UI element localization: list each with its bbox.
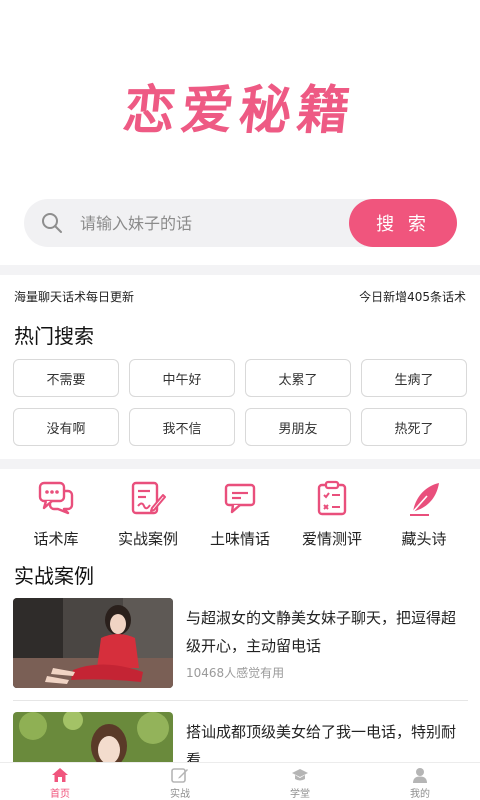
case-meta: 10468人感觉有用 (186, 666, 285, 680)
case-thumbnail (13, 598, 173, 688)
hot-tag[interactable]: 太累了 (245, 359, 351, 397)
feature-label: 藏头诗 (401, 530, 447, 548)
bottom-tab-bar: 首页 实战 学堂 我的 (0, 762, 480, 800)
feature-acrostic[interactable]: 藏头诗 (378, 478, 470, 549)
info-left-text: 海量聊天话术每日更新 (14, 290, 135, 304)
hot-tag[interactable]: 热死了 (361, 408, 467, 446)
home-icon (51, 766, 69, 784)
feature-label: 爱情测评 (301, 530, 362, 548)
feature-label: 实战案例 (117, 530, 178, 548)
section-divider (0, 265, 480, 275)
logo-text: 恋爱秘籍 (120, 79, 359, 141)
hot-tag[interactable]: 没有啊 (13, 408, 119, 446)
clipboard-check-icon (312, 478, 352, 518)
hot-search-title: 热门搜索 (14, 324, 94, 348)
cases-title: 实战案例 (14, 564, 94, 588)
user-icon (411, 766, 429, 784)
message-icon (220, 478, 260, 518)
tab-mine[interactable]: 我的 (360, 763, 480, 800)
hot-tag[interactable]: 男朋友 (245, 408, 351, 446)
chat-bubbles-icon (36, 478, 76, 518)
tab-school[interactable]: 学堂 (240, 763, 360, 800)
hot-tag[interactable]: 中午好 (129, 359, 235, 397)
search-bar: 搜 索 (24, 199, 457, 247)
case-item[interactable]: 搭讪成都顶级美女给了我一电话，特别耐看 (13, 712, 468, 762)
document-edit-icon (128, 478, 168, 518)
edit-icon (171, 766, 189, 784)
feature-row: 话术库 实战案例 土味情话 爱情测评 藏头诗 (0, 478, 480, 549)
search-icon (28, 199, 76, 247)
graduation-cap-icon (291, 766, 309, 784)
feature-label: 土味情话 (209, 530, 270, 548)
search-button[interactable]: 搜 索 (349, 199, 457, 247)
hot-tag[interactable]: 不需要 (13, 359, 119, 397)
tab-practice[interactable]: 实战 (120, 763, 240, 800)
feather-icon (404, 478, 444, 518)
app-logo: 恋爱秘籍 (0, 0, 480, 190)
hot-tag[interactable]: 我不信 (129, 408, 235, 446)
hot-search-grid: 不需要 中午好 太累了 生病了 没有啊 我不信 男朋友 热死了 (13, 359, 469, 446)
feature-cases[interactable]: 实战案例 (102, 478, 194, 549)
tab-label: 学堂 (290, 789, 310, 800)
hot-tag[interactable]: 生病了 (361, 359, 467, 397)
feature-label: 话术库 (33, 530, 79, 548)
tab-home[interactable]: 首页 (0, 763, 120, 800)
case-separator (13, 700, 468, 701)
case-title: 与超淑女的文静美女妹子聊天，把逗得超级开心，主动留电话 (186, 609, 457, 655)
tab-label: 首页 (50, 789, 70, 800)
tab-label: 实战 (170, 789, 190, 800)
feature-speech-library[interactable]: 话术库 (10, 478, 102, 549)
info-right-text: 今日新增405条话术 (359, 290, 466, 304)
case-thumbnail (13, 712, 173, 762)
feature-love-words[interactable]: 土味情话 (194, 478, 286, 549)
case-item[interactable]: 与超淑女的文静美女妹子聊天，把逗得超级开心，主动留电话 10468人感觉有用 (13, 598, 468, 688)
tab-label: 我的 (410, 789, 430, 800)
section-divider (0, 459, 480, 469)
feature-love-test[interactable]: 爱情测评 (286, 478, 378, 549)
case-title: 搭讪成都顶级美女给了我一电话，特别耐看 (186, 723, 457, 762)
info-row: 海量聊天话术每日更新 今日新增405条话术 (14, 288, 466, 305)
